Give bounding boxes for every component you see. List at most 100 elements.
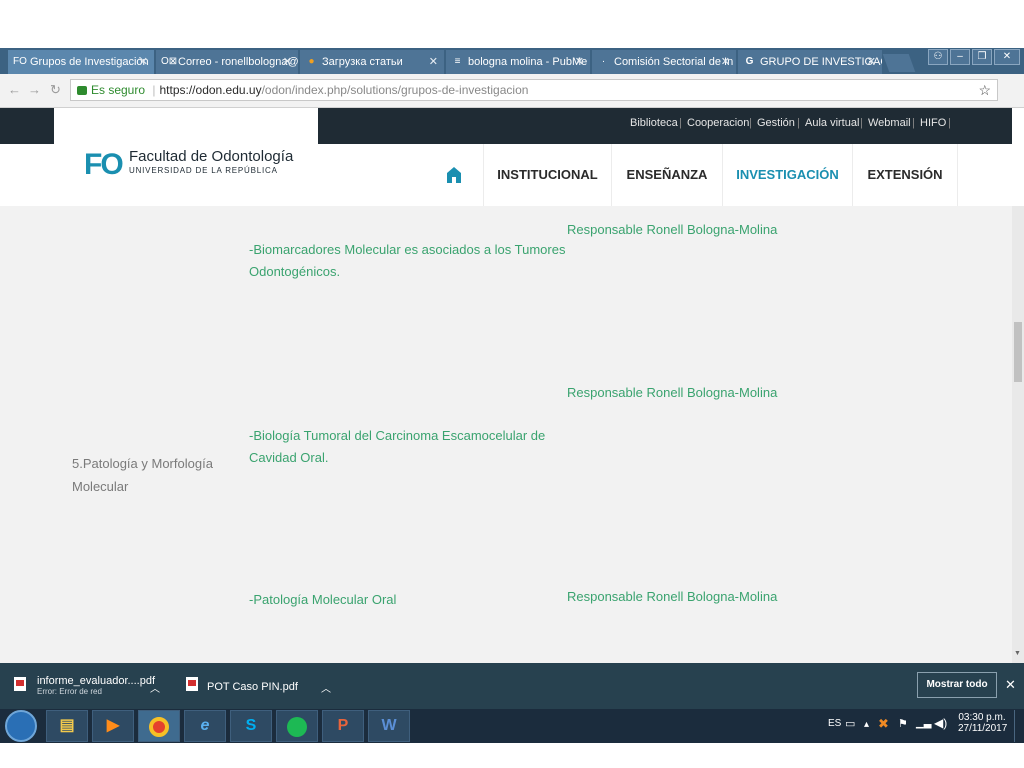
reload-icon[interactable]: ↻ bbox=[50, 82, 61, 98]
site-logo[interactable]: FO Facultad de Odontología Universidad d… bbox=[54, 108, 318, 206]
logo-title: Facultad de Odontología bbox=[129, 148, 294, 165]
signal-icon[interactable]: ▁▃ bbox=[916, 718, 931, 729]
research-line-2[interactable]: -Biología Tumoral del Carcinoma Escamoce… bbox=[249, 425, 569, 469]
tab-label: bologna molina - PubMe bbox=[468, 56, 588, 68]
close-icon[interactable]: ✕ bbox=[575, 50, 584, 74]
download-item-1[interactable]: informe_evaluador....pdf Error: Error de… bbox=[37, 675, 155, 696]
pdf-icon bbox=[14, 677, 26, 691]
tab-label: Correo - ronellbologna@ bbox=[178, 56, 298, 68]
research-line-2-text-cont: Cavidad Oral. bbox=[249, 450, 329, 465]
nav-ensenanza[interactable]: ENSEÑANZA bbox=[611, 144, 722, 206]
research-line-1-text: -Biomarcadores Molecular es asociados a … bbox=[249, 242, 566, 257]
page-favicon-icon: · bbox=[601, 56, 606, 67]
close-icon[interactable]: ✕ bbox=[721, 50, 730, 74]
spotify-icon[interactable] bbox=[276, 710, 318, 742]
close-icon[interactable]: ✕ bbox=[1005, 677, 1016, 693]
site-favicon: FO bbox=[13, 56, 27, 67]
file-explorer-icon[interactable]: ▤ bbox=[46, 710, 88, 742]
research-line-1-text-cont: Odontogénicos. bbox=[249, 264, 341, 279]
research-line-1[interactable]: -Biomarcadores Molecular es asociados a … bbox=[249, 239, 569, 283]
start-button[interactable] bbox=[5, 710, 37, 742]
nav-investigacion[interactable]: INVESTIGACIÓN bbox=[722, 144, 852, 206]
research-line-3-text: -Patología Molecular Oral bbox=[249, 592, 397, 607]
nav-institucional[interactable]: INSTITUCIONAL bbox=[483, 144, 611, 206]
word-icon[interactable]: W bbox=[368, 710, 410, 742]
tab-label: Grupos de Investigación bbox=[30, 56, 149, 68]
top-link-gestion[interactable]: Gestión bbox=[757, 117, 795, 129]
responsible-3: Responsable Ronell Bologna-Molina bbox=[567, 589, 778, 604]
user-icon[interactable]: ⚇ bbox=[928, 49, 948, 65]
maximize-icon[interactable]: ❐ bbox=[972, 49, 992, 65]
window-close-icon[interactable]: ✕ bbox=[994, 49, 1020, 65]
forward-icon[interactable]: → bbox=[28, 82, 41, 97]
url-path: /odon/index.php/solutions/grupos-de-inve… bbox=[261, 83, 529, 97]
clock-time: 03:30 p.m. bbox=[958, 712, 1006, 723]
tab-correo[interactable]: O⊠ Correo - ronellbologna@ ✕ bbox=[156, 50, 298, 74]
network-warning-icon[interactable]: ✖ bbox=[878, 716, 889, 732]
url-input[interactable]: Es seguro | https://odon.edu.uy/odon/inde… bbox=[70, 79, 998, 101]
scrollbar-thumb[interactable] bbox=[1014, 322, 1022, 382]
logo-subtitle: Universidad de la República bbox=[129, 166, 278, 175]
show-desktop-button[interactable] bbox=[1014, 710, 1023, 742]
top-link-webmail[interactable]: Webmail bbox=[868, 117, 911, 129]
group-name-line-1: 5.Patología y Morfología bbox=[72, 456, 213, 471]
download-item-2[interactable]: POT Caso PIN.pdf bbox=[207, 681, 298, 693]
tab-pubmed[interactable]: ≡ bologna molina - PubMe ✕ bbox=[446, 50, 590, 74]
home-icon[interactable] bbox=[446, 166, 462, 184]
clock-date: 27/11/2017 bbox=[958, 723, 1008, 734]
research-line-2-text: -Biología Tumoral del Carcinoma Escamoce… bbox=[249, 428, 546, 443]
page-favicon-icon: ● bbox=[308, 56, 315, 67]
tab-label: GRUPO DE INVESTIGACI bbox=[760, 56, 882, 68]
download-filename: POT Caso PIN.pdf bbox=[207, 681, 298, 693]
top-link-hifo[interactable]: HIFO bbox=[920, 117, 946, 129]
action-center-icon[interactable]: ⚑ bbox=[898, 717, 908, 730]
logo-mark: FO bbox=[84, 148, 124, 181]
top-link-biblioteca[interactable]: Biblioteca bbox=[630, 117, 678, 129]
google-icon: G bbox=[745, 56, 754, 67]
responsible-2: Responsable Ronell Bologna-Molina bbox=[567, 385, 778, 400]
url-domain: https://odon.edu.uy bbox=[159, 83, 262, 97]
volume-icon[interactable]: ◀) bbox=[934, 716, 947, 730]
tab-grupo-google[interactable]: G GRUPO DE INVESTIGACI ✕ bbox=[738, 50, 882, 74]
skype-icon[interactable]: S bbox=[230, 710, 272, 742]
clock[interactable]: 03:30 p.m. 27/11/2017 bbox=[958, 712, 1008, 734]
secure-label: Es seguro bbox=[91, 83, 146, 97]
minimize-icon[interactable]: – bbox=[950, 49, 970, 65]
close-icon[interactable]: ✕ bbox=[283, 50, 292, 74]
keyboard-icon[interactable]: ▭ bbox=[845, 717, 855, 730]
language-indicator[interactable]: ES bbox=[828, 718, 841, 729]
lock-icon bbox=[77, 86, 87, 95]
star-icon[interactable]: ☆ bbox=[978, 80, 991, 100]
tab-comision[interactable]: · Comisión Sectorial de In ✕ bbox=[592, 50, 736, 74]
chrome-icon[interactable] bbox=[138, 710, 180, 742]
tab-grupos-investigacion[interactable]: FO Grupos de Investigación ✕ bbox=[8, 50, 154, 74]
top-link-aula-virtual[interactable]: Aula virtual bbox=[805, 117, 859, 129]
group-name: 5.Patología y Morfología Molecular bbox=[72, 452, 242, 498]
scrollbar[interactable]: ▼ bbox=[1012, 206, 1024, 663]
outlook-icon: O⊠ bbox=[161, 56, 178, 67]
back-icon[interactable]: ← bbox=[8, 82, 21, 97]
research-line-3[interactable]: -Patología Molecular Oral bbox=[249, 589, 569, 611]
group-name-line-2: Molecular bbox=[72, 479, 129, 494]
tab-zagruzka[interactable]: ● Загрузка статьи ✕ bbox=[300, 50, 444, 74]
close-icon[interactable]: ✕ bbox=[139, 50, 148, 74]
media-player-icon[interactable]: ▶ bbox=[92, 710, 134, 742]
pubmed-icon: ≡ bbox=[454, 56, 461, 67]
responsible-1: Responsable Ronell Bologna-Molina bbox=[567, 222, 778, 237]
download-status: Error: Error de red bbox=[37, 687, 102, 696]
tab-label: Comisión Sectorial de In bbox=[614, 56, 734, 68]
show-hidden-icons[interactable]: ▴ bbox=[864, 719, 869, 730]
top-link-cooperacion[interactable]: Cooperacion bbox=[687, 117, 749, 129]
nav-extension[interactable]: EXTENSIÓN bbox=[852, 144, 958, 206]
internet-explorer-icon[interactable]: e bbox=[184, 710, 226, 742]
close-icon[interactable]: ✕ bbox=[429, 50, 438, 74]
powerpoint-icon[interactable]: P bbox=[322, 710, 364, 742]
chevron-up-icon[interactable]: ︿ bbox=[321, 680, 331, 695]
download-filename: informe_evaluador....pdf bbox=[37, 675, 156, 687]
close-icon[interactable]: ✕ bbox=[867, 50, 876, 74]
pdf-icon bbox=[186, 677, 198, 691]
scroll-down-icon[interactable]: ▼ bbox=[1014, 650, 1021, 657]
tab-label: Загрузка статьи bbox=[322, 56, 403, 68]
show-all-button[interactable]: Mostrar todo bbox=[917, 672, 997, 698]
chevron-up-icon[interactable]: ︿ bbox=[150, 680, 160, 695]
